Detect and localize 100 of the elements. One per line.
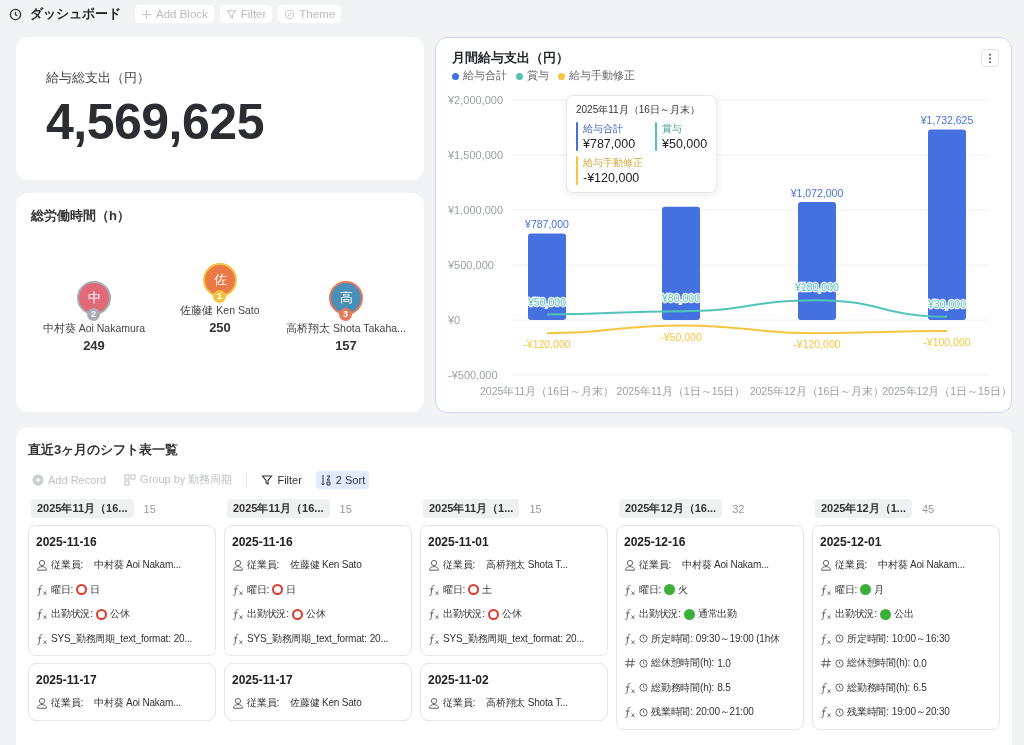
field-label: 曜日: bbox=[443, 582, 466, 597]
field-value: 中村葵 Aoi Nakam... bbox=[94, 696, 181, 711]
field-value: 公休 bbox=[305, 607, 326, 622]
plus-icon bbox=[32, 473, 44, 486]
field-label: SYS_勤務周期_text_format: bbox=[51, 631, 171, 646]
tooltip-label: 給与合計 bbox=[583, 122, 624, 136]
formula-icon bbox=[36, 583, 48, 596]
field-label: 出勤状況: bbox=[835, 607, 877, 622]
field-value: 日 bbox=[90, 582, 100, 597]
field-label: 従業員: bbox=[51, 558, 83, 573]
record-card[interactable]: 2025-11-16 従業員: 中村葵 Aoi Nakam... 曜日: 日 出勤状況: 公休 SYS_勤務周期_text_format: 20... bbox=[28, 525, 216, 656]
hours-value: 250 bbox=[209, 320, 231, 335]
formula-icon bbox=[232, 608, 244, 621]
board-title: 直近3ヶ月のシフト表一覧 bbox=[28, 442, 179, 457]
data-label: ¥50,000 bbox=[528, 295, 566, 308]
record-card[interactable]: 2025-11-17 従業員: 佐藤健 Ken Sato bbox=[224, 663, 412, 721]
group-label: 2025年11月（1... bbox=[423, 499, 520, 518]
axis-label: 2025年11月（1日～15日） bbox=[616, 385, 746, 397]
field-label: 総休憩時間(h): bbox=[651, 656, 715, 671]
field-label: 曜日: bbox=[247, 582, 270, 597]
record-card[interactable]: 2025-12-16 従業員: 中村葵 Aoi Nakam... 曜日: 火 出勤状況: 通常出勤 所定時間: 09:30～19:00 (1h休 総休憩時間(h): 1.0 総勤務時間(h): 8.5 残業時間: 20:00～21:00 bbox=[616, 525, 804, 730]
person-name: 佐藤健 Ken Sato bbox=[180, 304, 260, 318]
field-label: 出勤状況: bbox=[639, 607, 681, 622]
field-value: 中村葵 Aoi Nakam... bbox=[94, 558, 181, 573]
field-label: 総勤務時間(h): bbox=[847, 680, 911, 695]
axis-label: 2025年12月（1日～15日） bbox=[882, 385, 1011, 397]
field-value: 土 bbox=[482, 582, 492, 597]
record-card[interactable]: 2025-11-17 従業員: 中村葵 Aoi Nakam... bbox=[28, 663, 216, 721]
field-value: 佐藤健 Ken Sato bbox=[290, 558, 362, 573]
field-value: 公休 bbox=[501, 607, 522, 622]
formula-icon bbox=[624, 608, 636, 621]
total-value: 4,569,625 bbox=[46, 93, 265, 151]
group-label: 2025年12月（16... bbox=[619, 499, 723, 518]
toolbar-button[interactable]: 2 Sort bbox=[315, 470, 370, 489]
person-icon bbox=[232, 559, 244, 572]
formula-icon bbox=[624, 632, 636, 645]
field-value: 09:30～19:00 (1h休 bbox=[695, 631, 780, 646]
formula-icon bbox=[232, 632, 244, 645]
bar[interactable] bbox=[528, 233, 566, 320]
filter-icon bbox=[261, 473, 274, 486]
tooltip-label: 給与手動修正 bbox=[583, 156, 643, 170]
field-value: 10:00～16:30 bbox=[891, 631, 950, 646]
person-icon bbox=[428, 697, 440, 710]
formula-icon bbox=[428, 583, 440, 596]
card-title: 月間給与支出（円） bbox=[452, 49, 569, 67]
legend-label[interactable]: 給与合計 bbox=[463, 69, 507, 83]
field-label: 残業時間: bbox=[651, 705, 693, 720]
more-button[interactable] bbox=[981, 49, 999, 67]
toolbar-button[interactable]: Filter bbox=[257, 470, 306, 489]
legend-label[interactable]: 賞与 bbox=[527, 69, 549, 83]
field-value: 20... bbox=[565, 633, 585, 645]
legend-label[interactable]: 給与手動修正 bbox=[569, 69, 635, 83]
field-value: 8.5 bbox=[717, 682, 731, 694]
record-date: 2025-11-17 bbox=[232, 673, 294, 687]
bar[interactable] bbox=[928, 129, 966, 320]
field-value: 高桥翔太 Shota T... bbox=[486, 696, 568, 711]
record-date: 2025-11-01 bbox=[428, 535, 490, 549]
dashboard-title: ダッシュボード bbox=[30, 5, 121, 23]
formula-icon bbox=[624, 681, 636, 694]
group-label: 2025年12月（1... bbox=[815, 499, 912, 518]
axis-label: -¥500,000 bbox=[448, 369, 498, 381]
data-label: ¥80,000 bbox=[662, 292, 700, 305]
hours-value: 157 bbox=[335, 338, 357, 353]
more-icon bbox=[988, 52, 992, 64]
field-value: 20:00～21:00 bbox=[695, 705, 754, 720]
formula-icon bbox=[820, 706, 832, 719]
field-label: 出勤状況: bbox=[443, 607, 485, 622]
record-card[interactable]: 2025-11-01 従業員: 高桥翔太 Shota T... 曜日: 土 出勤状況: 公休 SYS_勤務周期_text_format: 20... bbox=[420, 525, 608, 656]
field-label: 出勤状況: bbox=[51, 607, 93, 622]
field-label: 従業員: bbox=[247, 558, 279, 573]
clock-icon bbox=[9, 7, 22, 21]
formula-icon bbox=[428, 632, 440, 645]
group-label: 2025年11月（16... bbox=[31, 499, 134, 518]
field-value: 0.0 bbox=[913, 657, 927, 669]
formula-icon bbox=[232, 583, 244, 596]
formula-icon bbox=[36, 608, 48, 621]
data-label: ¥1,072,000 bbox=[790, 187, 844, 200]
bar[interactable] bbox=[662, 206, 700, 320]
group-count: 15 bbox=[143, 502, 156, 515]
person-icon bbox=[428, 559, 440, 572]
data-label: -¥120,000 bbox=[793, 338, 841, 351]
formula-icon bbox=[624, 706, 636, 719]
record-card[interactable]: 2025-12-01 従業員: 中村葵 Aoi Nakam... 曜日: 月 出勤状況: 公出 所定時間: 10:00～16:30 総休憩時間(h): 0.0 総勤務時間(h): 6.5 残業時間: 19:00～20:30 bbox=[812, 525, 1000, 730]
record-card[interactable]: 2025-11-16 従業員: 佐藤健 Ken Sato 曜日: 日 出勤状況: 公休 SYS_勤務周期_text_format: 20... bbox=[224, 525, 412, 656]
field-value: 月 bbox=[874, 582, 884, 597]
formula-icon bbox=[820, 632, 832, 645]
tooltip-value: ¥50,000 bbox=[662, 137, 708, 151]
record-date: 2025-11-02 bbox=[428, 673, 490, 687]
record-card[interactable]: 2025-11-02 従業員: 高桥翔太 Shota T... bbox=[420, 663, 608, 721]
field-value: 20... bbox=[173, 633, 193, 645]
axis-label: ¥0 bbox=[448, 314, 461, 326]
data-label: -¥50,000 bbox=[660, 330, 702, 343]
formula-icon bbox=[428, 608, 440, 621]
formula-icon bbox=[820, 583, 832, 596]
tooltip-label: 賞与 bbox=[662, 122, 683, 136]
record-date: 2025-12-01 bbox=[820, 535, 883, 549]
field-label: 従業員: bbox=[247, 696, 279, 711]
filter-icon bbox=[225, 8, 237, 20]
field-label: 従業員: bbox=[443, 558, 475, 573]
field-value: 中村葵 Aoi Nakam... bbox=[682, 558, 769, 573]
